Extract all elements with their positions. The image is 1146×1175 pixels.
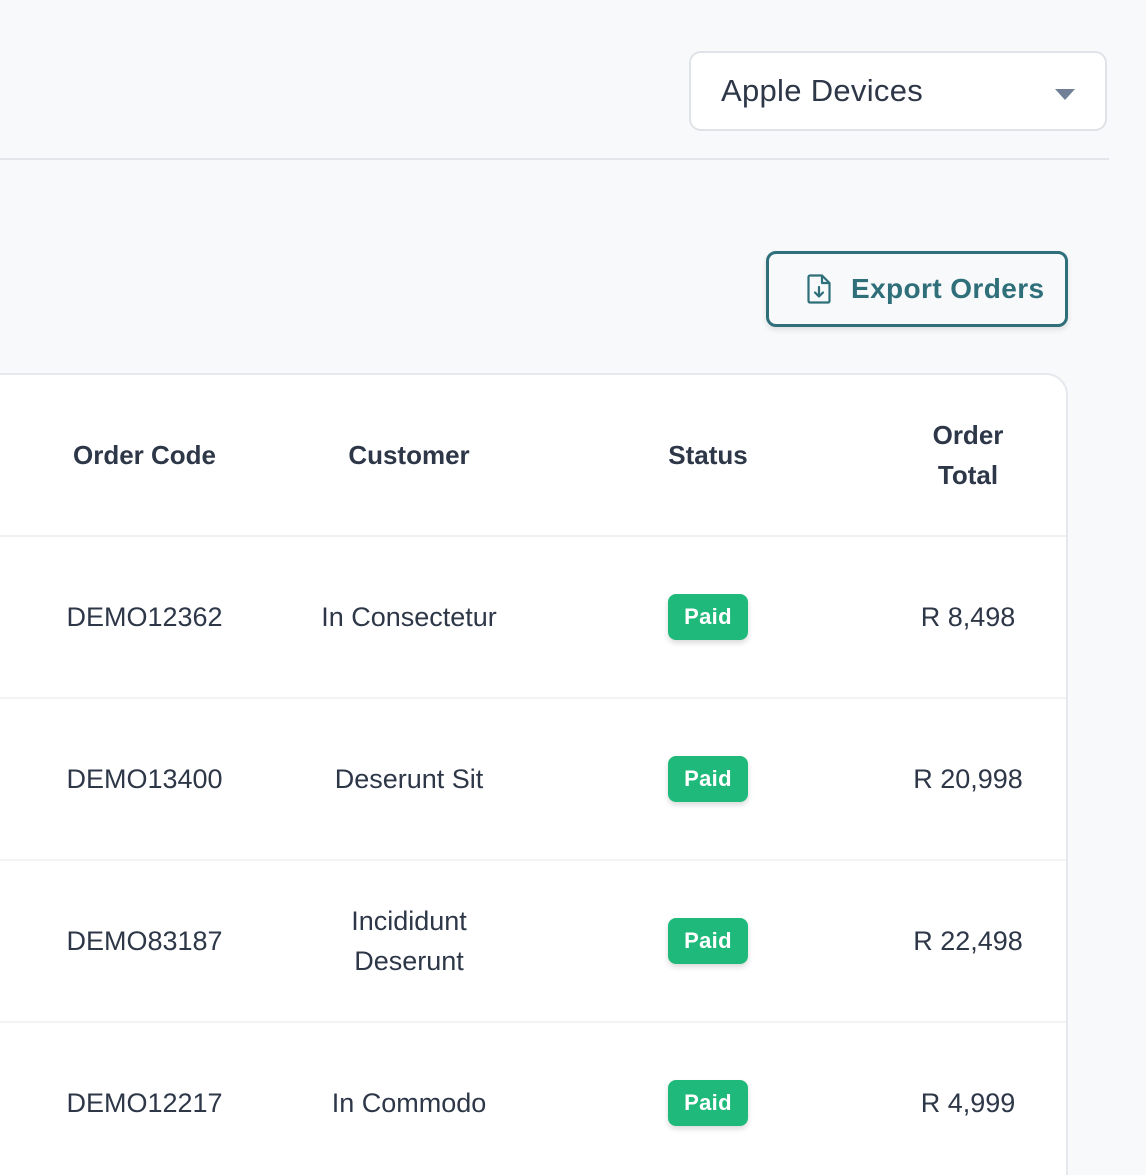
customer-cell: Deserunt Sit: [334, 764, 484, 794]
status-cell: Paid: [562, 537, 854, 697]
header-status[interactable]: Status: [562, 375, 854, 535]
caret-down-icon: [1055, 89, 1075, 100]
order-code-cell: DEMO83187: [66, 926, 223, 956]
status-cell: Paid: [562, 861, 854, 1021]
status-badge: Paid: [668, 594, 748, 640]
status-badge: Paid: [668, 1080, 748, 1126]
customer-cell: In Commodo: [331, 1088, 487, 1118]
export-orders-label: Export Orders: [851, 273, 1045, 304]
store-select-value: Apple Devices: [721, 73, 924, 108]
header-divider: [0, 158, 1109, 160]
order-total-cell: R 4,999: [920, 1088, 1016, 1118]
status-cell: Paid: [562, 1023, 854, 1175]
customer-line1: Incididunt: [351, 906, 467, 936]
export-orders-button[interactable]: Export Orders: [766, 251, 1068, 327]
file-download-icon: [807, 274, 831, 304]
customer-cell: Incididunt Deserunt: [292, 861, 526, 1021]
orders-table: Order Code Customer Status Order Total D…: [0, 373, 1068, 1175]
orders-page: Apple Devices Export Orders Order Code C…: [0, 0, 1146, 1175]
header-order-total-line1: Order: [932, 420, 1004, 450]
order-code-cell: DEMO12362: [66, 602, 223, 632]
header-order-total[interactable]: Order Total: [852, 375, 1066, 535]
status-cell: Paid: [562, 699, 854, 859]
customer-line2: Deserunt: [354, 946, 464, 976]
customer-cell: In Consectetur: [321, 602, 497, 632]
order-total-cell: R 8,498: [920, 602, 1016, 632]
order-total-cell: R 22,498: [913, 926, 1023, 956]
status-badge: Paid: [668, 756, 748, 802]
status-badge: Paid: [668, 918, 748, 964]
header-order-total-line2: Total: [937, 460, 999, 490]
table-row[interactable]: DEMO12362 In Consectetur Paid R 8,498: [0, 537, 1066, 699]
table-row[interactable]: DEMO12217 In Commodo Paid R 4,999: [0, 1023, 1066, 1175]
order-code-cell: DEMO13400: [66, 764, 223, 794]
table-row[interactable]: DEMO13400 Deserunt Sit Paid R 20,998: [0, 699, 1066, 861]
order-total-cell: R 20,998: [913, 764, 1023, 794]
table-row[interactable]: DEMO83187 Incididunt Deserunt Paid R 22,…: [0, 861, 1066, 1023]
table-header-row: Order Code Customer Status Order Total: [0, 375, 1066, 537]
order-code-cell: DEMO12217: [66, 1088, 223, 1118]
header-customer[interactable]: Customer: [292, 375, 526, 535]
store-select-dropdown[interactable]: Apple Devices: [689, 51, 1107, 131]
header-order-code[interactable]: Order Code: [2, 375, 287, 535]
